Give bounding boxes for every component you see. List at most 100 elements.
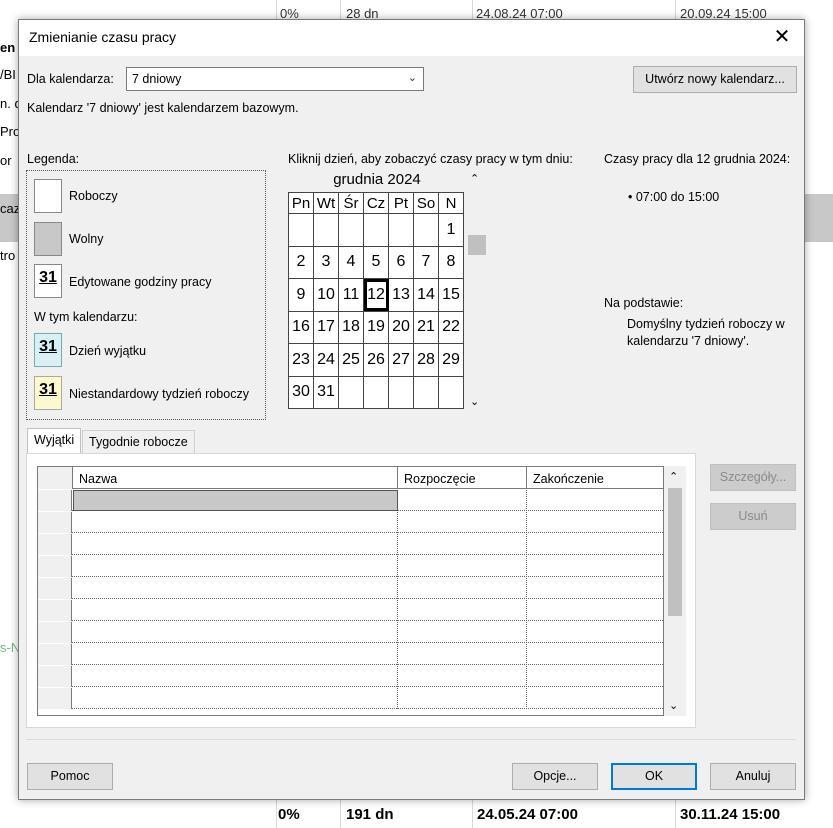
calendar-day[interactable]: 20: [388, 310, 414, 344]
calendar-scrollbar[interactable]: ⌃ ⌄: [468, 172, 486, 408]
calendar-day[interactable]: 30: [288, 375, 314, 409]
calendar-day[interactable]: 18: [338, 310, 364, 344]
grid-cell-start[interactable]: [398, 490, 527, 511]
calendar-day[interactable]: 2: [288, 245, 314, 279]
calendar-day[interactable]: 25: [338, 343, 364, 377]
calendar-day[interactable]: 29: [438, 343, 464, 377]
table-row[interactable]: [38, 534, 663, 555]
tab-exceptions[interactable]: Wyjątki: [27, 428, 82, 454]
grid-header: Nazwa Rozpoczęcie Zakończenie: [38, 467, 663, 489]
table-row[interactable]: [38, 622, 663, 643]
cancel-button[interactable]: Anuluj: [710, 763, 796, 790]
row-header[interactable]: [38, 512, 72, 533]
chevron-up-icon[interactable]: ⌃: [669, 470, 678, 483]
chevron-down-icon[interactable]: ⌄: [669, 699, 678, 712]
grid-cell-start[interactable]: [398, 644, 527, 665]
calendar-day-selected[interactable]: 12: [363, 278, 389, 312]
table-row[interactable]: [38, 688, 663, 709]
calendar-day[interactable]: 15: [438, 278, 464, 312]
calendar-day[interactable]: 19: [363, 310, 389, 344]
grid-cell-name[interactable]: [73, 534, 398, 555]
table-row[interactable]: [38, 600, 663, 621]
row-header[interactable]: [38, 534, 72, 555]
new-calendar-button[interactable]: Utwórz nowy kalendarz...: [633, 66, 797, 93]
calendar-day[interactable]: 10: [313, 278, 339, 312]
row-header[interactable]: [38, 578, 72, 599]
delete-button[interactable]: Usuń: [710, 503, 796, 530]
calendar-day[interactable]: 26: [363, 343, 389, 377]
calendar-day[interactable]: 7: [413, 245, 439, 279]
calendar-day[interactable]: 14: [413, 278, 439, 312]
grid-cell-start[interactable]: [398, 512, 527, 533]
calendar-day[interactable]: 9: [288, 278, 314, 312]
row-header[interactable]: [38, 622, 72, 643]
calendar-day[interactable]: 6: [388, 245, 414, 279]
calendar-day[interactable]: 16: [288, 310, 314, 344]
calendar-select[interactable]: 7 dniowy ⌄: [126, 67, 424, 91]
tab-work-weeks[interactable]: Tygodnie robocze: [82, 430, 195, 454]
ok-button[interactable]: OK: [611, 763, 697, 790]
grid-cell-name[interactable]: [73, 578, 398, 599]
calendar-day[interactable]: 4: [338, 245, 364, 279]
column-header-name[interactable]: Nazwa: [73, 467, 398, 489]
calendar-day[interactable]: 3: [313, 245, 339, 279]
table-row[interactable]: [38, 666, 663, 687]
calendar-day[interactable]: 28: [413, 343, 439, 377]
calendar-day[interactable]: 27: [388, 343, 414, 377]
grid-cell-name[interactable]: [73, 512, 398, 533]
options-button[interactable]: Opcje...: [512, 763, 598, 790]
calendar-day[interactable]: 13: [388, 278, 414, 312]
grid-cell-start[interactable]: [398, 688, 527, 709]
legend-custom-week-number: 31: [39, 381, 57, 398]
row-header[interactable]: [38, 666, 72, 687]
calendar-day[interactable]: 23: [288, 343, 314, 377]
bg-cell-percent-bottom: 0%: [278, 806, 300, 823]
calendar-day[interactable]: 1: [438, 213, 464, 247]
calendar-day[interactable]: 24: [313, 343, 339, 377]
row-header[interactable]: [38, 556, 72, 577]
grid-cell-start[interactable]: [398, 600, 527, 621]
calendar-day[interactable]: 22: [438, 310, 464, 344]
table-row[interactable]: [38, 578, 663, 599]
calendar-day[interactable]: 31: [313, 375, 339, 409]
chevron-up-icon[interactable]: ⌃: [470, 172, 479, 185]
grid-scroll-thumb[interactable]: [668, 488, 682, 616]
grid-cell-start[interactable]: [398, 666, 527, 687]
grid-cell-start[interactable]: [398, 578, 527, 599]
based-on-text: kalendarzu '7 dniowy'.: [627, 334, 750, 348]
calendar-day[interactable]: 11: [338, 278, 364, 312]
table-row[interactable]: [38, 512, 663, 533]
row-header[interactable]: [38, 600, 72, 621]
grid-cell-name[interactable]: [73, 600, 398, 621]
grid-cell-name[interactable]: [73, 556, 398, 577]
column-header-start[interactable]: Rozpoczęcie: [398, 467, 527, 489]
row-header[interactable]: [38, 644, 72, 665]
bg-row-fragment: en: [0, 40, 16, 55]
table-row[interactable]: [38, 644, 663, 665]
row-header[interactable]: [38, 688, 72, 709]
calendar-day[interactable]: 8: [438, 245, 464, 279]
grid-cell-name[interactable]: [73, 644, 398, 665]
calendar-day[interactable]: 17: [313, 310, 339, 344]
chevron-down-icon[interactable]: ⌄: [470, 395, 479, 408]
details-button[interactable]: Szczegóły...: [710, 464, 796, 491]
grid-cell-name[interactable]: [73, 688, 398, 709]
grid-cell-name[interactable]: [73, 666, 398, 687]
grid-cell-name[interactable]: [73, 622, 398, 643]
column-header-finish[interactable]: Zakończenie: [527, 467, 663, 489]
help-button[interactable]: Pomoc: [27, 763, 113, 790]
grid-cell-start[interactable]: [398, 622, 527, 643]
grid-cell-name[interactable]: [73, 490, 398, 511]
calendar-scroll-thumb[interactable]: [468, 235, 486, 255]
bg-cell-start-bottom: 24.05.24 07:00: [477, 806, 578, 823]
grid-cell-start[interactable]: [398, 556, 527, 577]
grid-cell-start[interactable]: [398, 534, 527, 555]
table-row[interactable]: [38, 556, 663, 577]
grid-scrollbar[interactable]: ⌃ ⌄: [664, 466, 686, 716]
row-header[interactable]: [38, 490, 72, 511]
calendar-day[interactable]: 21: [413, 310, 439, 344]
calendar-day[interactable]: 5: [363, 245, 389, 279]
close-button[interactable]: ✕: [768, 24, 796, 52]
table-row[interactable]: [38, 490, 663, 511]
work-time-entry: • 07:00 do 15:00: [628, 190, 720, 204]
